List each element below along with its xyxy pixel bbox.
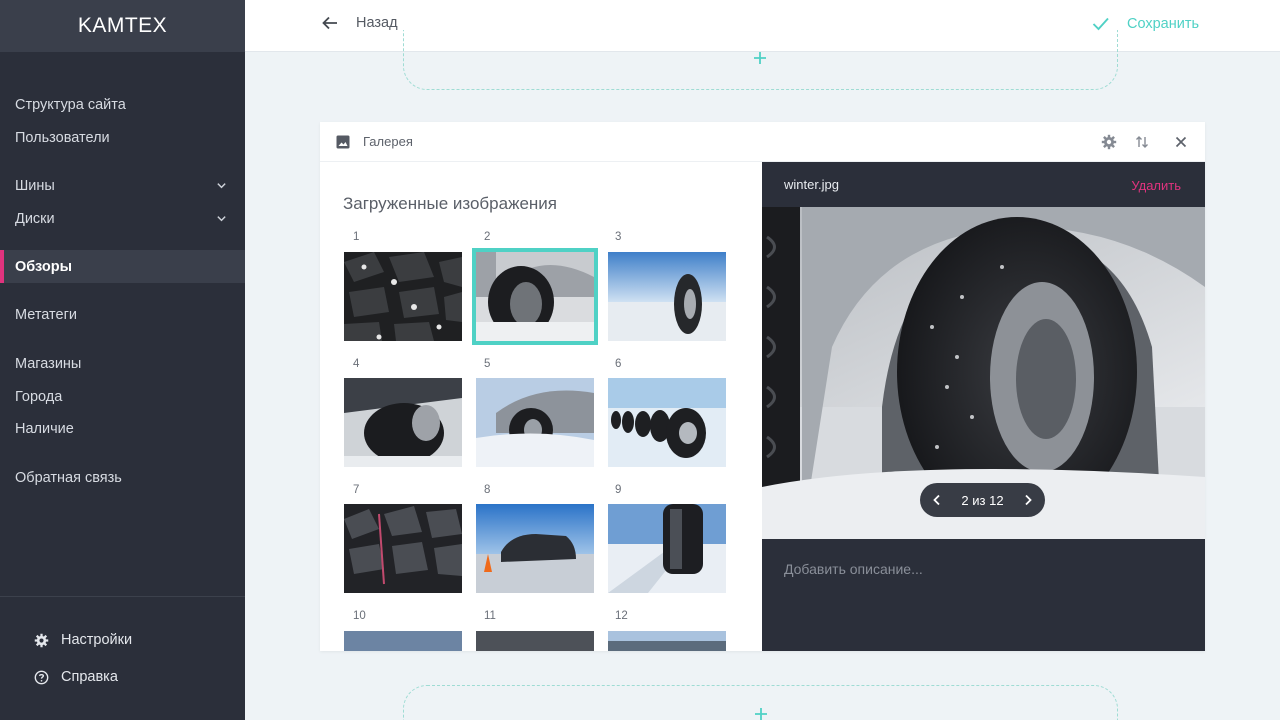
thumbnail-image[interactable] [476, 631, 594, 651]
settings-label: Настройки [61, 632, 133, 648]
sidebar-item-tires[interactable]: Шины [0, 169, 245, 202]
preview-image: 2 из 12 [762, 207, 1205, 539]
sort-arrows-icon[interactable] [1134, 134, 1150, 150]
sidebar-item-label: Магазины [15, 355, 82, 372]
description-input[interactable] [762, 539, 1205, 651]
thumbnail-number: 9 [615, 484, 622, 496]
delete-image-button[interactable]: Удалить [1131, 178, 1181, 193]
sidebar-divider [0, 596, 245, 597]
sidebar-item-label: Структура сайта [15, 96, 126, 113]
close-icon[interactable] [1173, 134, 1189, 150]
gallery-title: Галерея [363, 134, 413, 149]
image-icon [336, 135, 350, 149]
thumbnail-number: 2 [484, 231, 491, 243]
thumbnail-number: 4 [353, 358, 360, 370]
pager-counter: 2 из 12 [961, 492, 1004, 508]
sidebar-item-users[interactable]: Пользователи [0, 121, 245, 154]
gallery-card: Галерея Загруженные изображения 1 2 3 4 … [320, 122, 1205, 651]
gear-icon[interactable] [1101, 134, 1117, 150]
thumbnail-image[interactable] [608, 504, 726, 593]
help-label: Справка [61, 669, 118, 685]
thumbnail-number: 11 [484, 610, 496, 622]
sidebar-item-reviews[interactable]: Обзоры [0, 250, 245, 283]
brand-logo[interactable]: KAMTEX [0, 0, 245, 52]
arrow-left-icon [322, 16, 337, 30]
section-title: Загруженные изображения [343, 194, 557, 213]
thumbnail-image[interactable] [476, 378, 594, 467]
help-icon [34, 670, 49, 684]
thumbnail-image-selected[interactable] [472, 248, 598, 345]
thumbnail-image[interactable] [344, 378, 462, 467]
thumbnail-image[interactable] [608, 252, 726, 341]
sidebar-item-label: Метатеги [15, 306, 77, 323]
sidebar-item-stores[interactable]: Магазины [0, 347, 245, 380]
back-label: Назад [356, 15, 398, 31]
add-block-plus-icon[interactable] [753, 51, 767, 65]
thumbnail-number: 12 [615, 610, 628, 622]
gallery-header: Галерея [320, 122, 1205, 162]
sidebar-item-label: Обзоры [15, 258, 72, 275]
sidebar: KAMTEX Структура сайта Пользователи Шины… [0, 0, 245, 720]
add-block-plus-icon[interactable] [754, 707, 768, 720]
sidebar-item-site-structure[interactable]: Структура сайта [0, 88, 245, 121]
thumbnail-image[interactable] [344, 631, 462, 651]
back-button[interactable]: Назад [321, 14, 398, 32]
thumbnail-number: 7 [353, 484, 360, 496]
sidebar-item-label: Диски [15, 210, 55, 227]
image-preview-pane: winter.jpg Удалить 2 из 12 Добавить опис… [762, 162, 1205, 651]
sidebar-item-feedback[interactable]: Обратная связь [0, 461, 245, 494]
preview-filename: winter.jpg [784, 177, 839, 192]
thumbnail-number: 8 [484, 484, 491, 496]
image-pager: 2 из 12 [920, 483, 1045, 517]
sidebar-item-label: Города [15, 388, 63, 405]
sidebar-item-label: Шины [15, 177, 55, 194]
thumbnail-image[interactable] [608, 378, 726, 467]
sidebar-item-metatags[interactable]: Метатеги [0, 298, 245, 331]
sidebar-item-label: Пользователи [15, 129, 110, 146]
thumbnail-number: 5 [484, 358, 491, 370]
sidebar-item-label: Наличие [15, 420, 74, 437]
settings-link[interactable]: Настройки [34, 632, 132, 648]
chevron-down-icon[interactable] [216, 213, 227, 224]
save-label: Сохранить [1127, 15, 1200, 32]
thumbnail-image[interactable] [608, 631, 726, 651]
thumbnail-number: 6 [615, 358, 622, 370]
thumbnail-image[interactable] [344, 252, 462, 341]
thumbnail-image[interactable] [476, 504, 594, 593]
gear-icon [34, 633, 49, 647]
chevron-right-icon[interactable] [1021, 493, 1035, 507]
uploaded-images-pane: Загруженные изображения 1 2 3 4 5 6 7 8 … [320, 162, 762, 651]
help-link[interactable]: Справка [34, 669, 118, 685]
thumbnail-image[interactable] [344, 504, 462, 593]
sidebar-item-availability[interactable]: Наличие [0, 412, 245, 445]
chevron-left-icon[interactable] [930, 493, 944, 507]
sidebar-item-label: Обратная связь [15, 469, 122, 486]
thumbnail-number: 3 [615, 231, 622, 243]
chevron-down-icon[interactable] [216, 180, 227, 191]
sidebar-item-wheels[interactable]: Диски [0, 202, 245, 235]
thumbnail-number: 1 [353, 231, 360, 243]
thumbnail-number: 10 [353, 610, 366, 622]
sidebar-item-cities[interactable]: Города [0, 380, 245, 413]
